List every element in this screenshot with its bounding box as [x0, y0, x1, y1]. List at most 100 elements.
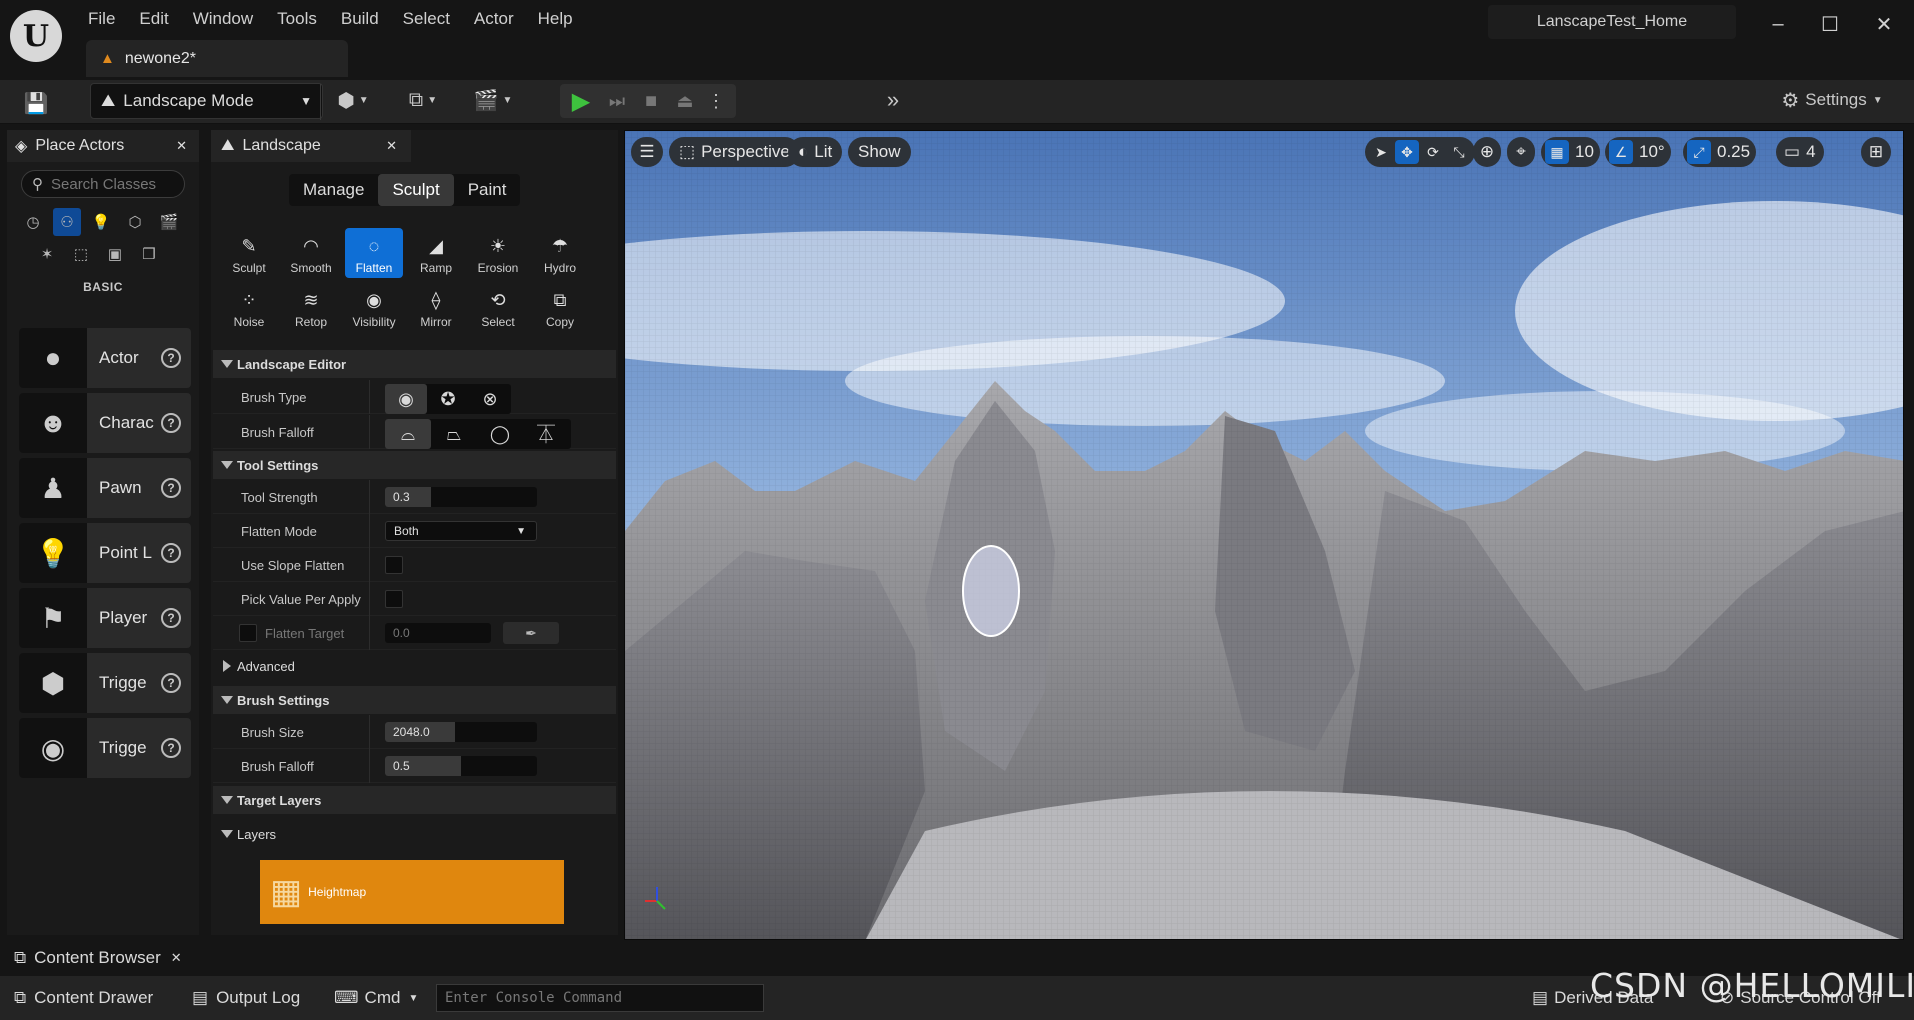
- scale-icon[interactable]: ⤡: [1447, 140, 1471, 164]
- flatten-target-checkbox[interactable]: [239, 624, 257, 642]
- rotate-icon[interactable]: ⟳: [1421, 140, 1445, 164]
- maximize-button[interactable]: ☐: [1810, 8, 1850, 40]
- content-drawer-button[interactable]: ⧉ Content Drawer: [14, 976, 153, 1020]
- heightmap-layer[interactable]: ▦ Heightmap: [260, 860, 564, 924]
- menu-file[interactable]: File: [76, 9, 127, 29]
- recent-icon[interactable]: ◷: [19, 208, 47, 236]
- help-icon[interactable]: ?: [161, 348, 181, 368]
- search-classes-input[interactable]: ⚲ Search Classes: [21, 170, 185, 198]
- brush-falloff-field[interactable]: 0.5: [385, 756, 537, 776]
- cinematics-icon[interactable]: 🎬 ▼: [468, 84, 518, 116]
- scale-snap-button[interactable]: ⤢ 0.25: [1683, 137, 1757, 167]
- help-icon[interactable]: ?: [161, 673, 181, 693]
- content-browser-tab[interactable]: ⧉ Content Browser ✕: [14, 940, 182, 976]
- close-button[interactable]: ✕: [1864, 8, 1904, 40]
- cinematic-icon[interactable]: 🎬: [155, 208, 183, 236]
- perspective-button[interactable]: ⬚ Perspective: [669, 137, 800, 167]
- show-button[interactable]: Show: [848, 137, 911, 167]
- tool-noise[interactable]: ⁘ Noise: [220, 282, 278, 332]
- camera-speed-button[interactable]: ▭ 4: [1776, 137, 1824, 167]
- tool-select[interactable]: ⟲ Select: [469, 282, 527, 332]
- level-viewport[interactable]: ☰ ⬚ Perspective ◐ Lit Show ➤ ✥ ⟳ ⤡ ⊕ ⌖ ▦…: [624, 130, 1904, 940]
- unreal-logo-icon[interactable]: U: [10, 10, 62, 62]
- tool-flatten[interactable]: ◌ Flatten: [345, 228, 403, 278]
- tool-erosion[interactable]: ☀ Erosion: [469, 228, 527, 278]
- viewport-menu-icon[interactable]: ☰: [631, 137, 663, 167]
- tool-visibility[interactable]: ◉ Visibility: [345, 282, 403, 332]
- help-icon[interactable]: ?: [161, 543, 181, 563]
- help-icon[interactable]: ?: [161, 608, 181, 628]
- tool-hydro[interactable]: ☂ Hydro: [531, 228, 589, 278]
- pattern-brush-icon[interactable]: ⊗: [469, 384, 511, 414]
- volumes-icon[interactable]: ⬚: [67, 240, 95, 268]
- surface-snap-icon[interactable]: ⌖: [1507, 137, 1535, 167]
- basic-icon[interactable]: ⚇: [53, 208, 81, 236]
- alpha-brush-icon[interactable]: ✪: [427, 384, 469, 414]
- world-space-icon[interactable]: ⊕: [1473, 137, 1501, 167]
- flatten-target-field[interactable]: 0.0: [385, 623, 491, 643]
- menu-help[interactable]: Help: [526, 9, 585, 29]
- actor-item[interactable]: 💡 Point L ?: [19, 523, 191, 583]
- close-tab-icon[interactable]: ✕: [386, 138, 397, 154]
- section-layers[interactable]: Layers: [213, 820, 616, 848]
- pick-value-checkbox[interactable]: [385, 590, 403, 608]
- menu-edit[interactable]: Edit: [127, 9, 180, 29]
- tool-strength-field[interactable]: 0.3: [385, 487, 537, 507]
- help-icon[interactable]: ?: [161, 413, 181, 433]
- flatten-mode-select[interactable]: Both ▼: [385, 521, 537, 541]
- rotation-snap-button[interactable]: ∠ 10°: [1605, 137, 1671, 167]
- eject-icon[interactable]: ⏏: [668, 85, 702, 117]
- actor-item[interactable]: ⚑ Player ?: [19, 588, 191, 648]
- section-target-layers[interactable]: Target Layers: [213, 786, 616, 814]
- console-command-input[interactable]: Enter Console Command: [436, 984, 764, 1012]
- linear-falloff-icon[interactable]: ⏢: [431, 419, 477, 449]
- tool-sculpt[interactable]: ✎ Sculpt: [220, 228, 278, 278]
- level-tab[interactable]: ▲ newone2*: [86, 40, 348, 77]
- circle-brush-icon[interactable]: ◉: [385, 384, 427, 414]
- shapes-icon[interactable]: ⬡: [121, 208, 149, 236]
- use-slope-flatten-checkbox[interactable]: [385, 556, 403, 574]
- tab-manage[interactable]: Manage: [289, 174, 378, 206]
- output-log-button[interactable]: ▤ Output Log: [192, 976, 300, 1020]
- cmd-dropdown[interactable]: ⌨ Cmd ▼: [334, 976, 418, 1020]
- actor-item[interactable]: ⬢ Trigge ?: [19, 653, 191, 713]
- lit-button[interactable]: ◐ Lit: [788, 137, 843, 167]
- actor-item[interactable]: ☻ Charac ?: [19, 393, 191, 453]
- save-icon[interactable]: 💾: [18, 87, 54, 119]
- grid-snap-button[interactable]: ▦ 10: [1541, 137, 1600, 167]
- actor-item[interactable]: ● Actor ?: [19, 328, 191, 388]
- close-tab-icon[interactable]: ✕: [171, 950, 182, 966]
- play-options-icon[interactable]: ⋮: [704, 85, 728, 117]
- lights-icon[interactable]: 💡: [87, 208, 115, 236]
- tab-paint[interactable]: Paint: [454, 174, 521, 206]
- tool-retop[interactable]: ≋ Retop: [282, 282, 340, 332]
- tool-mirror[interactable]: ⟠ Mirror: [407, 282, 465, 332]
- visual-effects-icon[interactable]: ✶: [33, 240, 61, 268]
- mode-dropdown[interactable]: ⛰ Landscape Mode ▼: [90, 83, 323, 119]
- smooth-falloff-icon[interactable]: ⌓: [385, 419, 431, 449]
- actor-item[interactable]: ♟ Pawn ?: [19, 458, 191, 518]
- section-tool-settings[interactable]: Tool Settings: [213, 451, 616, 479]
- viewport-layout-icon[interactable]: ⊞: [1861, 137, 1891, 167]
- blueprint-icon[interactable]: ⧉ ▼: [398, 84, 448, 116]
- play-icon[interactable]: ▶: [564, 85, 598, 117]
- add-actor-icon[interactable]: ⬢ ▼: [328, 84, 378, 116]
- tab-sculpt[interactable]: Sculpt: [378, 174, 454, 206]
- tool-smooth[interactable]: ◠ Smooth: [282, 228, 340, 278]
- menu-actor[interactable]: Actor: [462, 9, 526, 29]
- actor-item[interactable]: ◉ Trigge ?: [19, 718, 191, 778]
- translate-icon[interactable]: ✥: [1395, 140, 1419, 164]
- minimize-button[interactable]: –: [1758, 8, 1798, 40]
- help-icon[interactable]: ?: [161, 478, 181, 498]
- step-icon[interactable]: ⏭: [600, 85, 634, 117]
- section-advanced[interactable]: Advanced: [213, 652, 616, 680]
- landscape-tab[interactable]: ⛰ Landscape ✕: [211, 130, 411, 162]
- menu-select[interactable]: Select: [391, 9, 462, 29]
- expand-toolbar-icon[interactable]: »: [876, 84, 910, 116]
- brush-size-field[interactable]: 2048.0: [385, 722, 537, 742]
- select-mode-icon[interactable]: ➤: [1369, 140, 1393, 164]
- close-tab-icon[interactable]: ✕: [176, 138, 187, 154]
- eyedropper-icon[interactable]: ✒: [503, 622, 559, 644]
- section-landscape-editor[interactable]: Landscape Editor: [213, 350, 616, 378]
- stop-icon[interactable]: ■: [634, 85, 668, 117]
